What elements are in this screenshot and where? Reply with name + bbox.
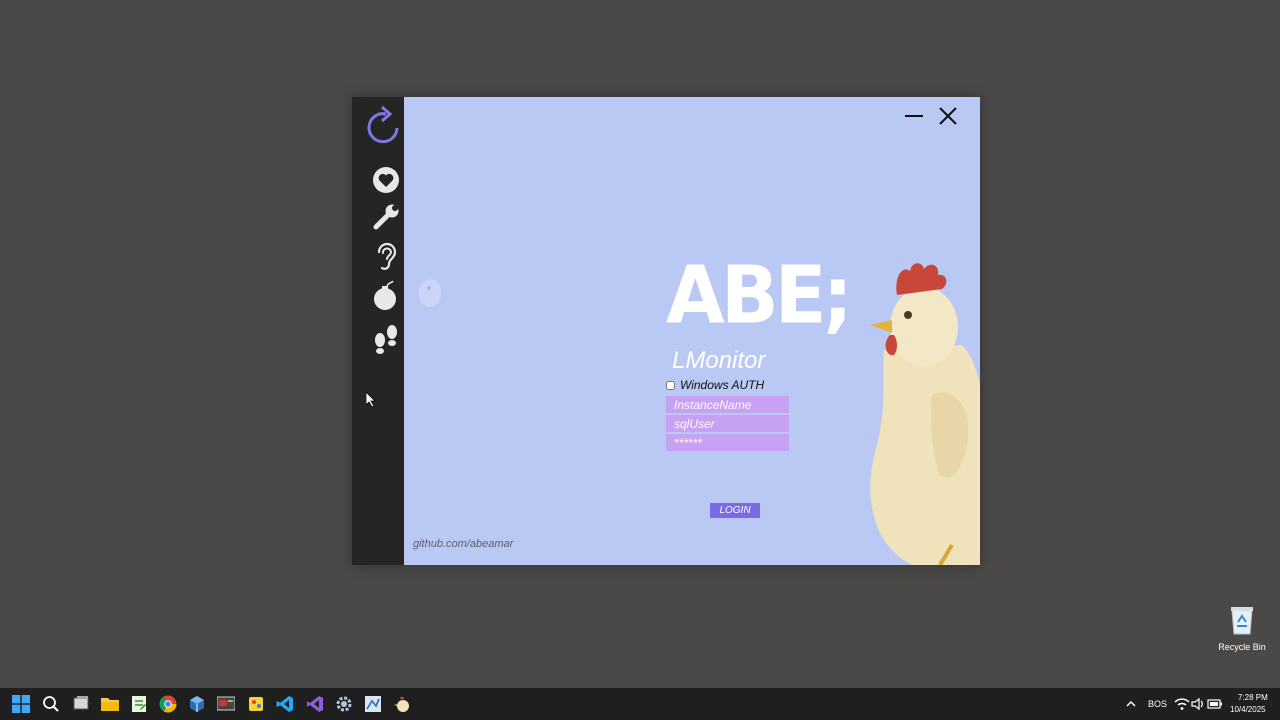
bomb-icon: [374, 280, 396, 310]
ghost-chicken-icon: [419, 279, 441, 307]
taskbar-vscode[interactable]: [275, 694, 295, 714]
sidebar: [352, 97, 404, 565]
clock-time[interactable]: 7:28 PM: [1238, 693, 1268, 702]
kill-button[interactable]: [366, 278, 406, 314]
heart-icon: [373, 167, 399, 193]
taskbar-network-tool[interactable]: [363, 694, 383, 714]
instance-name-input[interactable]: [666, 396, 789, 413]
windows-auth-label: Windows AUTH: [680, 378, 765, 392]
show-hidden-icons-button[interactable]: [1121, 694, 1141, 714]
taskbar-virtualbox[interactable]: [187, 694, 207, 714]
close-icon: [939, 107, 957, 125]
sql-user-input[interactable]: [666, 415, 789, 432]
notepad-icon: [132, 696, 146, 712]
task-view-button[interactable]: [71, 694, 91, 714]
app-subtitle: LMonitor: [672, 347, 766, 374]
vscode-icon: [276, 696, 293, 712]
heart-button[interactable]: [366, 162, 406, 198]
login-button[interactable]: LOGIN: [710, 503, 760, 518]
footprints-icon: [375, 325, 397, 354]
refresh-icon: [367, 105, 399, 144]
task-view-icon: [73, 696, 89, 710]
gear-icon: [336, 696, 352, 712]
search-icon: [43, 696, 59, 712]
battery-button[interactable]: [1205, 694, 1225, 714]
github-link[interactable]: github.com/abeamar: [413, 538, 513, 550]
taskbar-paint-app[interactable]: [246, 694, 266, 714]
battery-icon: [1207, 699, 1222, 709]
chrome-icon: [159, 695, 177, 713]
chicken-mascot-illustration: [870, 263, 980, 565]
ear-icon: [377, 242, 397, 270]
taskbar-settings[interactable]: [334, 694, 354, 714]
paint-icon: [249, 697, 263, 711]
start-button[interactable]: [11, 694, 31, 714]
taskbar-file-explorer[interactable]: [100, 694, 120, 714]
wrench-icon: [373, 204, 399, 230]
taskbar-visual-studio[interactable]: [305, 694, 325, 714]
database-tool-icon: [217, 696, 235, 711]
windows-auth-checkbox[interactable]: [666, 380, 675, 390]
speaker-icon: [1191, 697, 1203, 711]
tools-button[interactable]: [366, 199, 406, 235]
minimize-icon: [905, 115, 923, 117]
windows-logo-icon: [12, 695, 30, 713]
app-window: ABE; LMonitor Windows AUTH LOGIN github.…: [352, 97, 980, 565]
app-logo: ABE;: [666, 247, 853, 342]
close-button[interactable]: [936, 105, 960, 127]
taskbar: BOS 7:28 PM 10/4/2025: [0, 688, 1280, 720]
windows-auth-row: Windows AUTH: [666, 378, 764, 392]
taskbar-lmonitor-app[interactable]: [392, 694, 412, 714]
main-panel: ABE; LMonitor Windows AUTH LOGIN github.…: [404, 97, 980, 565]
chevron-up-icon: [1126, 700, 1136, 707]
taskbar-sql-management-studio[interactable]: [216, 694, 236, 714]
taskbar-notepad-app[interactable]: [129, 694, 149, 714]
chicken-app-icon: [394, 696, 409, 712]
cube-icon: [190, 696, 204, 712]
minimize-button[interactable]: [902, 105, 926, 127]
network-tool-icon: [365, 696, 381, 712]
taskbar-search-button[interactable]: [41, 694, 61, 714]
recycle-bin[interactable]: Recycle Bin: [1214, 604, 1270, 652]
taskbar-chrome[interactable]: [158, 694, 178, 714]
visual-studio-icon: [307, 696, 323, 712]
mouse-cursor-icon: [366, 392, 376, 408]
keyboard-language[interactable]: BOS: [1148, 699, 1167, 709]
clock-date[interactable]: 10/4/2025: [1230, 705, 1266, 714]
listen-button[interactable]: [366, 238, 406, 274]
recycle-bin-icon: [1231, 607, 1253, 635]
trace-button[interactable]: [366, 321, 406, 357]
password-input[interactable]: [666, 434, 789, 451]
refresh-button[interactable]: [362, 105, 406, 145]
recycle-bin-label: Recycle Bin: [1218, 642, 1266, 652]
folder-icon: [101, 698, 119, 711]
